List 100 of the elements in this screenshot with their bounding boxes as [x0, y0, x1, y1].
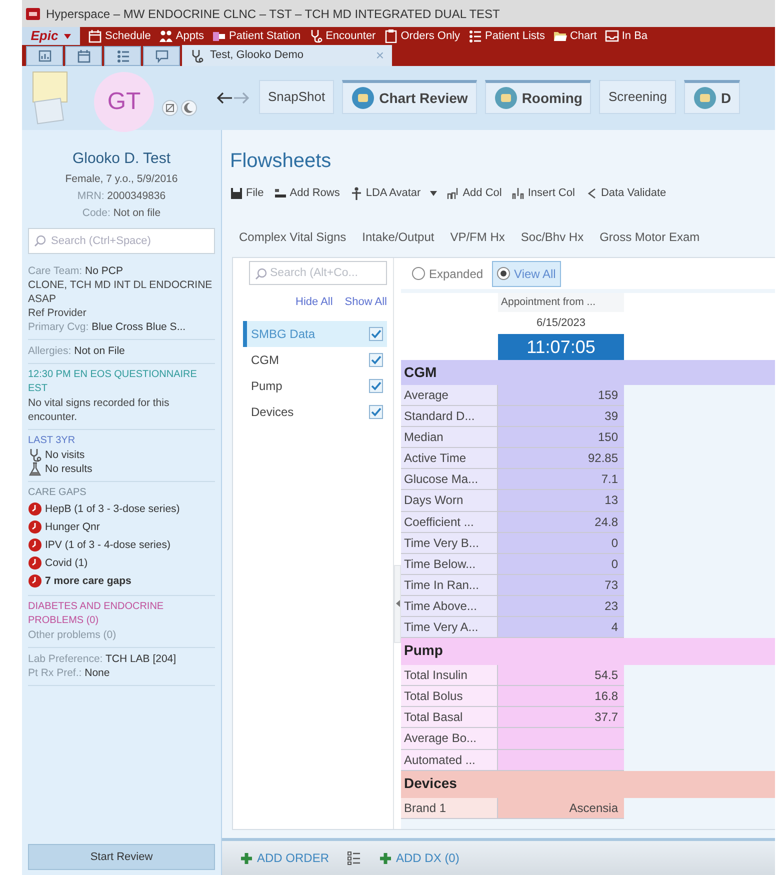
checkbox[interactable]	[369, 352, 383, 366]
column-time: 11:07:05	[498, 334, 624, 360]
radio-icon	[497, 267, 510, 280]
section-heading: 12:30 PM EN EOS QUESTIONNAIRE EST	[28, 368, 198, 396]
back-arrow-icon[interactable]	[215, 91, 233, 105]
flowsheet-tab[interactable]: Complex Vital Signs	[239, 228, 346, 257]
table-cell: 39	[498, 406, 624, 428]
menu-item[interactable]: Encounter	[308, 28, 376, 44]
row-label: Total Basal	[401, 707, 498, 728]
row-label: Total Bolus	[401, 686, 498, 708]
checkbox[interactable]	[369, 326, 383, 340]
flowsheet-group[interactable]: Devices	[243, 398, 387, 424]
caret-icon	[64, 34, 72, 38]
sidebar-text: Other problems (0)	[28, 628, 116, 642]
toolbar-button[interactable]: Add Rows	[274, 184, 340, 202]
flowsheet-tab[interactable]: Gross Motor Exam	[600, 228, 700, 257]
row-label: Average Bo...	[401, 728, 498, 750]
toolbar-button[interactable]	[143, 46, 180, 66]
start-review-button[interactable]: Start Review	[28, 844, 215, 870]
table-cell: 13	[498, 490, 624, 512]
row-label: Time In Ran...	[401, 574, 498, 596]
add-column-icon	[446, 186, 460, 200]
section-header: Pump	[401, 638, 775, 666]
checkbox[interactable]	[369, 404, 383, 418]
patient-tab[interactable]: Test, Glooko Demo ×	[182, 45, 392, 66]
search-field[interactable]: Search (Ctrl+Space)	[28, 228, 215, 254]
station-icon	[212, 29, 226, 43]
splitter-handle[interactable]	[394, 564, 401, 642]
toolbar-button[interactable]: File	[230, 184, 264, 202]
menu-item[interactable]: Schedule	[88, 28, 151, 44]
activity-tab[interactable]: Chart Review	[342, 80, 477, 114]
row-label: Glucose Ma...	[401, 469, 498, 490]
menu-item[interactable]: Appts	[158, 28, 204, 44]
app-logo-icon	[26, 8, 40, 20]
patient-detail: Female, 7 y.o., 5/9/2016	[64, 172, 179, 186]
menu-item[interactable]: In Ba	[604, 28, 648, 44]
patient-avatar: GT	[94, 72, 154, 132]
row-label: Standard D...	[401, 406, 498, 428]
table-cell: 16.8	[498, 686, 624, 708]
stethoscope-icon	[28, 448, 42, 462]
toolbar-button[interactable]: Insert Col	[512, 184, 575, 202]
activity-tab[interactable]: Screening	[599, 80, 676, 114]
calendar-icon	[88, 29, 102, 43]
sidebar-text: Pt Rx Pref.: None	[28, 666, 110, 680]
activity-icon	[351, 86, 376, 110]
sidebar-text: 7 more care gaps	[45, 574, 132, 588]
plus-icon	[379, 852, 392, 864]
sidebar-text: IPV (1 of 3 - 4-dose series)	[45, 538, 170, 552]
moon-icon	[181, 100, 197, 116]
list-icon[interactable]	[347, 851, 362, 865]
show-all-link[interactable]: Show All	[344, 294, 387, 310]
row-label: Time Above...	[401, 596, 498, 618]
activity-tab[interactable]: Rooming	[484, 80, 592, 114]
checkbox[interactable]	[369, 378, 383, 392]
save-icon	[230, 186, 243, 200]
activity-tab[interactable]: SnapShot	[259, 80, 334, 114]
sidebar-text: Hunger Qnr	[45, 520, 100, 534]
search-field[interactable]: Search (Alt+Co...	[249, 261, 387, 285]
flowsheet-tab[interactable]: Soc/Bhv Hx	[520, 228, 584, 257]
flowsheet-tab[interactable]: Intake/Output	[362, 228, 434, 257]
figure-icon	[350, 186, 363, 200]
section-header: CGM	[401, 360, 775, 385]
radio-option[interactable]: Expanded	[407, 260, 488, 286]
collapse-arrow-icon	[396, 600, 400, 607]
epic-menu-button[interactable]: Epic	[22, 27, 80, 45]
flask-icon	[28, 462, 42, 476]
menu-item[interactable]: Patient Station	[212, 28, 301, 44]
alert-clock-icon	[28, 538, 42, 552]
toolbar-button[interactable]	[104, 46, 141, 66]
list-icon	[116, 49, 130, 63]
activity-tab[interactable]: D	[684, 80, 740, 114]
flowsheet-tab[interactable]: VP/FM Hx	[450, 228, 505, 257]
section-heading: CARE GAPS	[28, 486, 88, 500]
toolbar-button[interactable]: Data Validate	[584, 184, 666, 202]
sidebar-text: Ref Provider	[28, 306, 86, 320]
sidebar-text: Primary Cvg: Blue Cross Blue S...	[28, 320, 186, 334]
row-label: Time Below...	[401, 554, 498, 575]
edit-icon	[162, 100, 178, 116]
table-cell: 0	[498, 554, 624, 575]
toolbar-button[interactable]: Add Col	[446, 184, 502, 202]
section-heading: LAST 3YR	[28, 434, 76, 448]
menu-item[interactable]: Chart	[552, 28, 597, 44]
menu-item[interactable]: Patient Lists	[468, 28, 545, 44]
flowsheet-group[interactable]: CGM	[243, 346, 387, 372]
column-date: 6/15/2023	[536, 316, 586, 331]
toolbar-button[interactable]: LDA Avatar	[350, 184, 437, 202]
toolbar-button[interactable]	[65, 46, 102, 66]
activity-icon	[693, 86, 718, 110]
menu-item[interactable]: Orders Only	[384, 28, 460, 44]
table-cell: 150	[498, 427, 624, 448]
plus-icon	[240, 852, 253, 864]
toolbar-button[interactable]	[26, 46, 63, 66]
flowsheet-group[interactable]: Pump	[243, 372, 387, 398]
row-label: Median	[401, 427, 498, 448]
alert-clock-icon	[28, 502, 42, 516]
column-title: Appointment from ...	[498, 293, 624, 312]
hide-all-link[interactable]: Hide All	[296, 294, 333, 310]
table-cell: 159	[498, 385, 624, 406]
row-label: Automated ...	[401, 750, 498, 771]
row-label: Total Insulin	[401, 665, 498, 686]
